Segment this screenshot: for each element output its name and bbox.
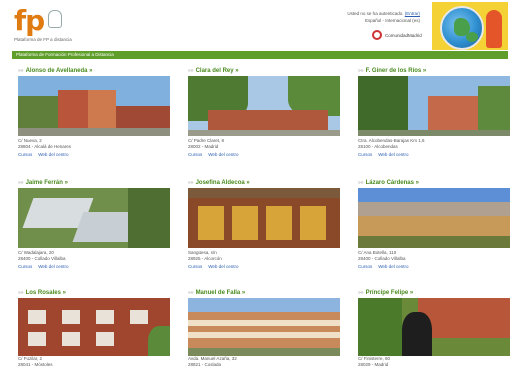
courses-link[interactable]: Cursos bbox=[18, 152, 32, 157]
login-status-text: Usted no se ha autenticado. bbox=[347, 11, 404, 16]
website-link[interactable]: Web del centro bbox=[38, 152, 68, 157]
center-address: C/ Finisterre, 60 28029 - Madrid bbox=[358, 356, 391, 367]
center-card: »» Josefina Aldecoa » Sangüesa, s/n 28925 … bbox=[188, 180, 340, 280]
figure-illustration bbox=[486, 10, 502, 48]
fp-logo[interactable]: fp Plataforma de FP a distancia bbox=[14, 6, 94, 46]
center-card: »» Alonso de Avellaneda » C/ Nueva, 2 2880… bbox=[18, 68, 170, 168]
center-card: »» Clara del Rey » C/ Padre Claret, 8 2800… bbox=[188, 68, 340, 168]
website-link[interactable]: Web del centro bbox=[208, 152, 238, 157]
center-address: Ctra. Alcobendas-Barajas Km 1,6 28100 - A… bbox=[358, 138, 425, 149]
center-photo[interactable] bbox=[18, 298, 170, 356]
courses-link[interactable]: Cursos bbox=[358, 264, 372, 269]
courses-link[interactable]: Cursos bbox=[18, 264, 32, 269]
center-title-link[interactable]: »» Manuel de Falla » bbox=[188, 290, 245, 296]
center-card: »» F. Giner de los Ríos » Ctra. Alcobenda… bbox=[358, 68, 510, 168]
website-link[interactable]: Web del centro bbox=[378, 264, 408, 269]
center-address: Avda. Manuel Azaña, 32 28821 - Coslada bbox=[188, 356, 237, 367]
center-card: »» Los Rosales » C/ Fuzilar, 2 28041 - Mós… bbox=[18, 290, 170, 378]
center-title-link[interactable]: »» Príncipe Felipe » bbox=[358, 290, 413, 296]
center-photo[interactable] bbox=[188, 298, 340, 356]
page-header: fp Plataforma de FP a distancia Usted no… bbox=[0, 0, 510, 50]
website-link[interactable]: Web del centro bbox=[208, 264, 238, 269]
center-title-link[interactable]: »» Jaime Ferrán » bbox=[18, 180, 68, 186]
center-links: Cursos Web del centro bbox=[358, 152, 414, 157]
center-address: C/ Ana Botella, 110 28400 - Collado Villa… bbox=[358, 250, 406, 261]
center-card: »» Manuel de Falla » Avda. Manuel Azaña, … bbox=[188, 290, 340, 378]
center-links: Cursos Web del centro bbox=[18, 264, 74, 269]
header-banner-image bbox=[432, 2, 508, 50]
login-status: Usted no se ha autenticado. (Entrar) Esp… bbox=[300, 10, 420, 24]
center-photo[interactable] bbox=[358, 298, 510, 356]
greenbar-title: Plataforma de Formación Profesional a Di… bbox=[16, 52, 114, 57]
courses-link[interactable]: Cursos bbox=[188, 152, 202, 157]
center-card: »» Jaime Ferrán » C/ Wadalajara, 20 28400 … bbox=[18, 180, 170, 280]
courses-link[interactable]: Cursos bbox=[188, 264, 202, 269]
language-selector[interactable]: Español - Internacional (es) bbox=[300, 17, 420, 24]
center-links: Cursos Web del centro bbox=[188, 264, 244, 269]
cm-circle-icon bbox=[372, 30, 382, 40]
center-photo[interactable] bbox=[18, 188, 170, 248]
center-links: Cursos Web del centro bbox=[18, 152, 74, 157]
logo-subtitle: Plataforma de FP a distancia bbox=[14, 37, 72, 42]
green-nav-bar: Plataforma de Formación Profesional a Di… bbox=[12, 51, 508, 59]
center-links: Cursos Web del centro bbox=[188, 152, 244, 157]
center-address: C/ Nueva, 2 28804 - Alcalá de Henares bbox=[18, 138, 72, 149]
center-title-link[interactable]: »» Alonso de Avellaneda » bbox=[18, 68, 92, 74]
center-photo[interactable] bbox=[188, 188, 340, 248]
center-title-link[interactable]: »» Lázaro Cárdenas » bbox=[358, 180, 419, 186]
center-title-link[interactable]: »» Josefina Aldecoa » bbox=[188, 180, 250, 186]
center-title-link[interactable]: »» F. Giner de los Ríos » bbox=[358, 68, 426, 74]
center-address: C/ Fuzilar, 2 28041 - Móstoles bbox=[18, 356, 53, 367]
center-address: C/ Wadalajara, 20 28400 - Collado Villalb… bbox=[18, 250, 66, 261]
center-address: Sangüesa, s/n 28925 - Alcorcón bbox=[188, 250, 222, 261]
hand-cursor-icon bbox=[48, 10, 62, 28]
courses-link[interactable]: Cursos bbox=[358, 152, 372, 157]
comunidad-madrid-logo[interactable]: ComunidadMadrid bbox=[372, 30, 432, 42]
website-link[interactable]: Web del centro bbox=[378, 152, 408, 157]
login-link[interactable]: (Entrar) bbox=[405, 11, 420, 16]
cm-logo-text: ComunidadMadrid bbox=[385, 33, 422, 38]
center-photo[interactable] bbox=[188, 76, 340, 136]
logo-text: fp bbox=[14, 4, 45, 37]
center-photo[interactable] bbox=[18, 76, 170, 136]
website-link[interactable]: Web del centro bbox=[38, 264, 68, 269]
globe-icon bbox=[440, 6, 484, 50]
center-card: »» Lázaro Cárdenas » C/ Ana Botella, 110 2… bbox=[358, 180, 510, 280]
center-title-link[interactable]: »» Clara del Rey » bbox=[188, 68, 239, 74]
center-photo[interactable] bbox=[358, 76, 510, 136]
center-address: C/ Padre Claret, 8 28002 - Madrid bbox=[188, 138, 225, 149]
center-photo[interactable] bbox=[358, 188, 510, 248]
center-links: Cursos Web del centro bbox=[358, 264, 414, 269]
center-card: »» Príncipe Felipe » C/ Finisterre, 60 280… bbox=[358, 290, 510, 378]
center-title-link[interactable]: »» Los Rosales » bbox=[18, 290, 66, 296]
